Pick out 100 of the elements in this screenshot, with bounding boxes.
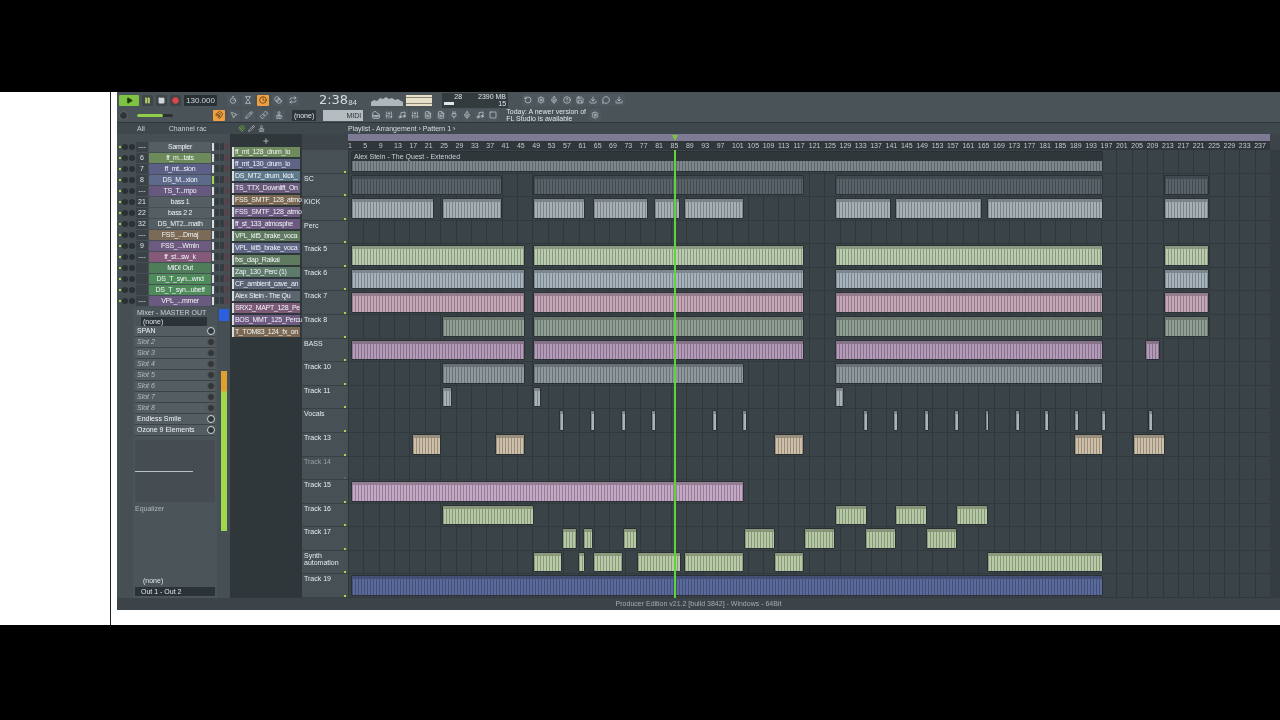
channel-select-indicator[interactable] (212, 296, 214, 305)
channel-select-indicator[interactable] (212, 197, 214, 206)
pause-button[interactable] (142, 94, 153, 106)
audio-clip[interactable] (835, 363, 1104, 384)
led-indicator[interactable] (119, 178, 121, 181)
audio-clip[interactable] (442, 198, 502, 219)
led-indicator[interactable] (119, 244, 121, 247)
settings-button[interactable] (589, 109, 601, 121)
pencil-icon[interactable] (248, 125, 255, 132)
led-indicator[interactable] (119, 255, 121, 258)
audio-clip[interactable] (1145, 339, 1161, 361)
audio-clip[interactable] (684, 198, 745, 219)
audio-clip[interactable] (864, 528, 897, 549)
master-volume-knob[interactable] (119, 110, 128, 120)
sliders-button[interactable] (409, 109, 422, 121)
audio-clip[interactable] (773, 551, 805, 573)
led-indicator[interactable] (119, 288, 121, 291)
audio-clip[interactable] (533, 363, 745, 384)
settings-button[interactable] (535, 94, 548, 106)
audio-clip[interactable] (835, 174, 1104, 196)
audio-clip[interactable] (533, 245, 805, 266)
audio-clip[interactable] (533, 174, 805, 196)
piano-button[interactable] (370, 109, 383, 121)
channel-select-indicator[interactable] (212, 230, 214, 239)
audio-clip[interactable] (442, 504, 535, 526)
audio-clip[interactable] (954, 410, 960, 431)
music-button[interactable] (474, 109, 487, 121)
loop-toggle[interactable] (286, 94, 299, 106)
audio-clip[interactable] (350, 245, 525, 266)
download-button[interactable] (587, 94, 600, 106)
audio-clip[interactable] (835, 316, 1104, 337)
audio-clip[interactable] (893, 410, 899, 431)
channel-select-indicator[interactable] (212, 153, 214, 162)
led-indicator[interactable] (119, 200, 121, 203)
led-indicator[interactable] (119, 156, 121, 159)
audio-clip[interactable] (1101, 410, 1107, 431)
channel-select-indicator[interactable] (212, 252, 214, 261)
audio-clip[interactable] (835, 386, 845, 408)
page-button[interactable] (435, 109, 448, 121)
audio-clip[interactable] (533, 268, 805, 290)
audio-clip[interactable] (350, 292, 525, 314)
channel-select-indicator[interactable] (212, 142, 214, 151)
stamp-icon[interactable] (258, 125, 265, 132)
audio-clip[interactable] (986, 198, 1104, 219)
stop-button[interactable] (156, 94, 167, 106)
microphone-button[interactable] (548, 94, 561, 106)
audio-clip[interactable] (835, 504, 867, 526)
audio-clip[interactable] (495, 433, 525, 455)
blend-toggle[interactable] (271, 94, 284, 106)
audio-clip[interactable] (984, 410, 990, 431)
audio-clip[interactable] (411, 433, 442, 455)
audio-clip[interactable] (350, 339, 525, 361)
led-indicator[interactable] (119, 167, 121, 170)
audio-clip[interactable] (1164, 245, 1210, 266)
audio-clip[interactable] (620, 410, 626, 431)
audio-clip[interactable] (533, 339, 805, 361)
led-indicator[interactable] (119, 145, 121, 148)
audio-clip[interactable] (956, 504, 988, 526)
led-indicator[interactable] (119, 277, 121, 280)
audio-clip[interactable] (742, 410, 748, 431)
audio-clip[interactable] (1164, 174, 1210, 196)
audio-clip[interactable] (835, 245, 1104, 266)
audio-clip[interactable] (558, 410, 564, 431)
audio-clip[interactable] (923, 410, 929, 431)
audio-clip[interactable] (533, 316, 805, 337)
audio-clip[interactable] (561, 528, 577, 549)
add-icon[interactable] (262, 137, 270, 145)
document-button[interactable] (422, 109, 435, 121)
audio-clip[interactable] (654, 198, 680, 219)
audio-clip[interactable] (593, 198, 649, 219)
audio-clip[interactable] (637, 551, 682, 573)
audio-clip[interactable] (925, 528, 958, 549)
audio-clip[interactable] (350, 174, 502, 196)
audio-clip[interactable] (350, 198, 435, 219)
channel-select-indicator[interactable] (212, 274, 214, 283)
master-pitch-fill[interactable] (137, 113, 163, 117)
microphone-button[interactable] (461, 109, 474, 121)
audio-clip[interactable] (1014, 410, 1020, 431)
audio-clip[interactable] (1132, 433, 1166, 455)
tempo-display[interactable]: 130.000 (184, 94, 217, 106)
plug-button[interactable] (448, 109, 461, 121)
led-indicator[interactable] (119, 299, 121, 302)
led-indicator[interactable] (119, 189, 121, 192)
audio-clip[interactable] (895, 504, 927, 526)
help-button[interactable] (561, 94, 574, 106)
channel-select-indicator[interactable] (212, 164, 214, 173)
song-overview[interactable] (348, 134, 1270, 142)
channel-select-indicator[interactable] (212, 208, 214, 217)
download-button[interactable] (613, 94, 626, 106)
mixer-button[interactable] (383, 109, 396, 121)
audio-clip[interactable] (350, 268, 525, 290)
chat-button[interactable] (600, 94, 613, 106)
led-indicator[interactable] (119, 222, 121, 225)
audio-clip[interactable] (442, 363, 525, 384)
arrow-toggle[interactable] (228, 109, 240, 121)
audio-clip[interactable] (711, 410, 717, 431)
audio-clip[interactable] (1164, 292, 1210, 314)
audio-clip[interactable] (773, 433, 805, 455)
metronome-toggle[interactable] (226, 94, 239, 106)
wait-toggle[interactable] (241, 94, 254, 106)
